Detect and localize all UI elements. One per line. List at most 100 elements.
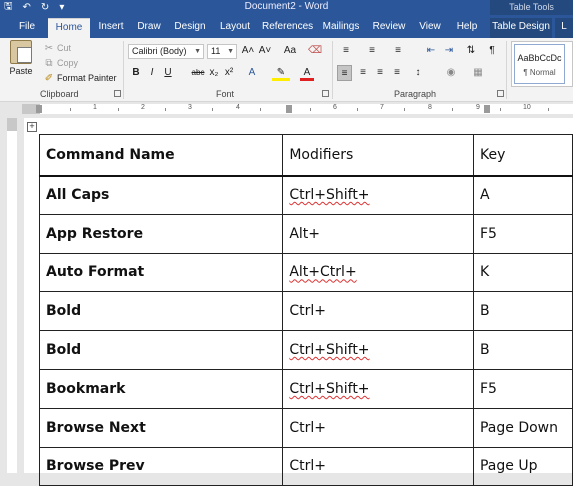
copy-icon: ⧉ bbox=[45, 57, 53, 69]
tab-mailings[interactable]: Mailings bbox=[320, 18, 362, 38]
cell-command-name[interactable]: All Caps bbox=[38, 175, 284, 215]
show-marks-icon[interactable]: ¶ bbox=[486, 43, 498, 59]
cell-key[interactable]: K bbox=[472, 252, 573, 293]
tab-file[interactable]: File bbox=[14, 18, 40, 38]
styles-gallery[interactable]: AaBbCcDc ¶ Normal bbox=[511, 41, 573, 87]
justify-icon[interactable]: ≡ bbox=[390, 65, 404, 81]
tab-references[interactable]: References bbox=[262, 18, 313, 38]
font-launcher-icon[interactable] bbox=[322, 90, 329, 97]
shrink-font-button[interactable]: A˅ bbox=[258, 43, 272, 59]
header-key[interactable]: Key bbox=[472, 134, 573, 177]
column-marker[interactable] bbox=[286, 105, 292, 113]
tab-review[interactable]: Review bbox=[370, 18, 408, 38]
cell-command-name[interactable]: Bold bbox=[38, 291, 284, 332]
cell-command-name[interactable]: Bookmark bbox=[38, 368, 284, 409]
table-row: Bold Ctrl+ B bbox=[38, 291, 573, 332]
grow-font-button[interactable]: A˄ bbox=[241, 43, 255, 59]
tab-help[interactable]: Help bbox=[452, 18, 482, 38]
ruler-tick bbox=[404, 108, 405, 111]
font-name-combo[interactable]: Calibri (Body) ▼ bbox=[128, 44, 204, 59]
superscript-button[interactable]: x² bbox=[223, 65, 235, 81]
tab-table-layout[interactable]: L bbox=[555, 18, 573, 38]
cell-key[interactable]: F5 bbox=[472, 368, 573, 409]
sort-icon[interactable]: ⇅ bbox=[464, 43, 478, 59]
indent-marker[interactable] bbox=[36, 105, 42, 113]
clear-formatting-icon[interactable]: ⌫ bbox=[308, 43, 322, 59]
cell-command-name[interactable]: App Restore bbox=[38, 213, 284, 254]
tab-design[interactable]: Design bbox=[172, 18, 208, 38]
cell-command-name[interactable]: Browse Prev bbox=[38, 446, 284, 486]
clipboard-launcher-icon[interactable] bbox=[114, 90, 121, 97]
table-row: Browse Next Ctrl+ Page Down bbox=[38, 407, 573, 448]
decrease-indent-icon[interactable]: ⇤ bbox=[424, 43, 438, 59]
tab-view[interactable]: View bbox=[416, 18, 444, 38]
ribbon-tabs: File Home Insert Draw Design Layout Refe… bbox=[0, 15, 573, 38]
font-name-value: Calibri (Body) bbox=[132, 46, 187, 56]
paste-button[interactable]: Paste bbox=[4, 40, 38, 86]
cell-modifiers[interactable]: Alt+Ctrl+ bbox=[282, 252, 474, 293]
subscript-button[interactable]: x₂ bbox=[208, 65, 220, 81]
header-command-name[interactable]: Command Name bbox=[38, 134, 284, 177]
cut-label: Cut bbox=[57, 43, 72, 53]
tab-home[interactable]: Home bbox=[48, 18, 90, 38]
font-size-combo[interactable]: 11 ▼ bbox=[207, 44, 237, 59]
cell-key[interactable]: Page Down bbox=[472, 407, 573, 448]
format-painter-label: Format Painter bbox=[57, 73, 117, 83]
cell-command-name[interactable]: Browse Next bbox=[38, 407, 284, 448]
tab-table-design[interactable]: Table Design bbox=[490, 18, 552, 38]
cell-key[interactable]: B bbox=[472, 291, 573, 332]
cell-modifiers[interactable]: Ctrl+ bbox=[282, 291, 474, 332]
cell-key[interactable]: F5 bbox=[472, 213, 573, 254]
text-effects-button[interactable]: A bbox=[245, 65, 259, 81]
table-row: Bookmark Ctrl+Shift+ F5 bbox=[38, 368, 573, 409]
numbering-icon[interactable]: ≡ bbox=[364, 43, 380, 59]
shading-icon[interactable]: ◉ bbox=[443, 65, 459, 81]
ruler-number: 1 bbox=[93, 104, 97, 111]
header-modifiers[interactable]: Modifiers bbox=[282, 134, 474, 177]
bullets-icon[interactable]: ≡ bbox=[338, 43, 354, 59]
format-painter-button[interactable]: ✐ Format Painter bbox=[44, 71, 117, 85]
increase-indent-icon[interactable]: ⇥ bbox=[442, 43, 456, 59]
cell-modifiers-text: Ctrl+Shift+ bbox=[289, 342, 370, 359]
multilevel-list-icon[interactable]: ≡ bbox=[390, 43, 406, 59]
table-move-handle-icon[interactable]: + bbox=[27, 122, 37, 132]
cell-modifiers[interactable]: Alt+ bbox=[282, 213, 474, 254]
align-left-icon[interactable]: ≡ bbox=[337, 65, 352, 81]
borders-icon[interactable]: ▦ bbox=[470, 65, 486, 81]
align-center-icon[interactable]: ≡ bbox=[356, 65, 370, 81]
shortcuts-table[interactable]: Command Name Modifiers Key All Caps Ctrl… bbox=[38, 134, 573, 486]
cell-modifiers[interactable]: Ctrl+ bbox=[282, 407, 474, 448]
font-color-button[interactable]: A bbox=[300, 65, 314, 81]
bold-button[interactable]: B bbox=[130, 65, 142, 81]
cell-modifiers[interactable]: Ctrl+Shift+ bbox=[282, 368, 474, 409]
line-spacing-icon[interactable]: ↕ bbox=[410, 65, 426, 81]
cut-button[interactable]: ✂ Cut bbox=[44, 41, 71, 55]
tab-layout[interactable]: Layout bbox=[216, 18, 254, 38]
change-case-button[interactable]: Aa bbox=[278, 43, 302, 59]
italic-button[interactable]: I bbox=[146, 65, 158, 81]
underline-button[interactable]: U bbox=[162, 65, 174, 81]
cell-modifiers[interactable]: Ctrl+ bbox=[282, 446, 474, 486]
cell-modifiers[interactable]: Ctrl+Shift+ bbox=[282, 330, 474, 370]
cell-key[interactable]: B bbox=[472, 330, 573, 370]
cell-modifiers[interactable]: Ctrl+Shift+ bbox=[282, 175, 474, 215]
style-normal[interactable]: AaBbCcDc ¶ Normal bbox=[514, 44, 565, 84]
copy-button[interactable]: ⧉ Copy bbox=[44, 56, 78, 70]
highlight-icon[interactable]: ✎ bbox=[272, 65, 290, 81]
tab-insert[interactable]: Insert bbox=[95, 18, 127, 38]
cell-key[interactable]: Page Up bbox=[472, 446, 573, 486]
vertical-ruler[interactable] bbox=[7, 118, 17, 473]
paragraph-launcher-icon[interactable] bbox=[497, 90, 504, 97]
cell-key[interactable]: A bbox=[472, 175, 573, 215]
tab-draw[interactable]: Draw bbox=[134, 18, 164, 38]
cell-command-name[interactable]: Auto Format bbox=[38, 252, 284, 293]
strikethrough-button[interactable]: abc bbox=[190, 65, 206, 81]
align-right-icon[interactable]: ≡ bbox=[373, 65, 387, 81]
ruler-number: 4 bbox=[236, 104, 240, 111]
cell-command-name[interactable]: Bold bbox=[38, 330, 284, 370]
ruler-number: 10 bbox=[523, 104, 531, 111]
column-marker[interactable] bbox=[484, 105, 490, 113]
horizontal-ruler[interactable]: 1 2 3 4 6 7 8 9 10 bbox=[0, 102, 573, 116]
font-group-label: Font bbox=[216, 89, 235, 99]
ruler-tick bbox=[548, 108, 549, 111]
